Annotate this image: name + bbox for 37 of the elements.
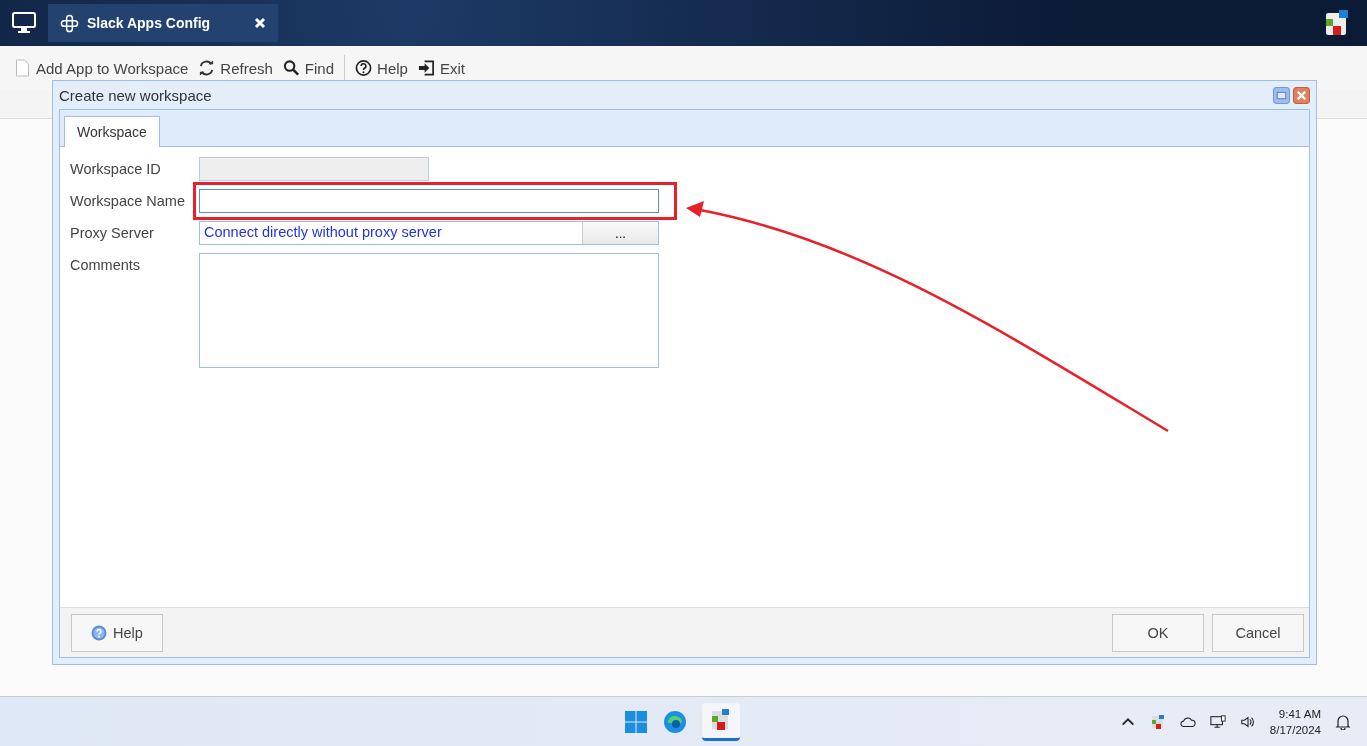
windows-icon[interactable]	[624, 709, 648, 734]
field-label: Proxy Server	[70, 224, 155, 241]
workspace-tab[interactable]: Workspace	[64, 116, 160, 147]
network-icon[interactable]	[1209, 713, 1226, 730]
refresh-icon	[198, 59, 216, 77]
grid-icon	[60, 13, 79, 33]
field-label: Workspace ID	[70, 160, 162, 177]
input-field[interactable]	[199, 189, 659, 213]
help-icon	[355, 59, 373, 77]
toolbar-button[interactable]: Find	[278, 57, 339, 79]
field-label: Comments	[70, 256, 142, 273]
toolbar-button[interactable]: Exit	[413, 57, 469, 79]
speaker-icon[interactable]	[1239, 713, 1256, 730]
exit-icon	[417, 59, 435, 77]
help-button[interactable]: Help	[71, 613, 163, 652]
comments-field[interactable]	[199, 253, 659, 368]
page-icon	[14, 59, 31, 77]
clock-date[interactable]: 8/17/2024	[1269, 721, 1321, 738]
browser-icon[interactable]	[663, 709, 687, 734]
dialog-title: Create new workspace	[59, 86, 212, 104]
restore-icon[interactable]	[1273, 86, 1290, 104]
cancel-button[interactable]: Cancel	[1212, 613, 1304, 652]
monitor-icon[interactable]	[12, 12, 36, 34]
taskbar-app-button[interactable]	[702, 702, 740, 741]
toolbar-button[interactable]: Help	[351, 57, 412, 79]
toolbar-button[interactable]: Refresh	[194, 57, 277, 79]
search-icon	[282, 59, 300, 77]
help-icon	[91, 624, 108, 641]
clock-time[interactable]: 9:41 AM	[1278, 705, 1321, 722]
app-title: Slack Apps Config	[87, 15, 212, 31]
field-label: Workspace Name	[70, 192, 186, 209]
app-tab[interactable]: Slack Apps Config	[48, 4, 278, 42]
close-icon[interactable]	[1293, 86, 1310, 104]
toolbar-button[interactable]: Add App to Workspace	[10, 57, 193, 79]
cubes-icon[interactable]	[1323, 9, 1351, 37]
bell-icon[interactable]	[1335, 713, 1351, 730]
ok-button[interactable]: OK	[1112, 613, 1204, 652]
